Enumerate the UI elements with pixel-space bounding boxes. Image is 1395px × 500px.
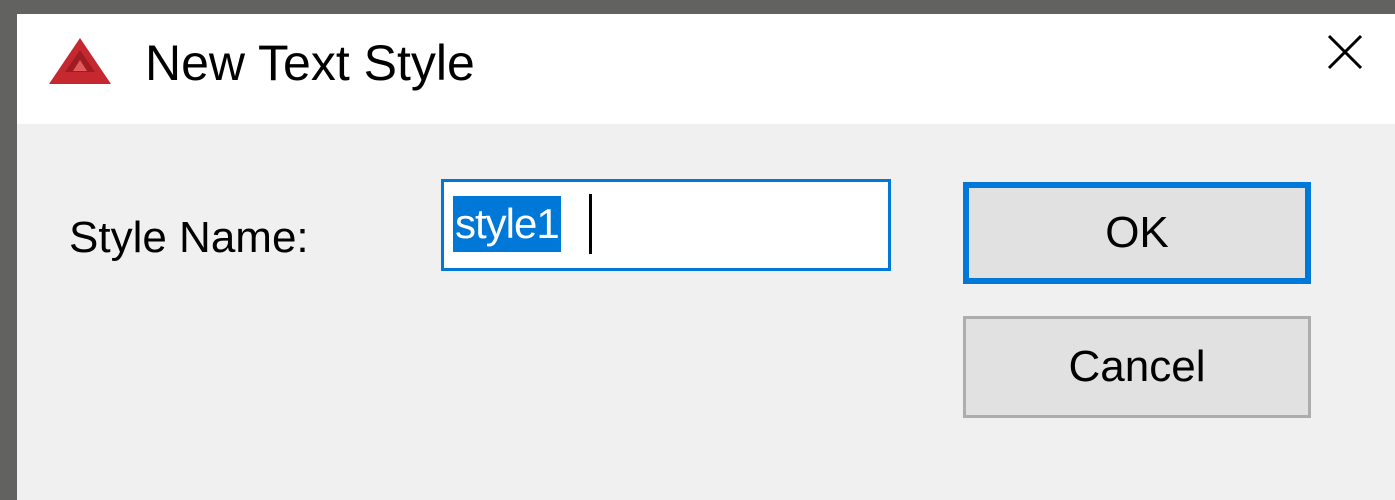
- ok-button[interactable]: OK: [963, 182, 1311, 284]
- new-text-style-dialog: New Text Style Style Name: style1 OK Can…: [17, 14, 1395, 500]
- close-x-icon: [1327, 34, 1363, 75]
- style-name-input-value: style1: [453, 196, 561, 252]
- window-title: New Text Style: [145, 35, 475, 91]
- title-bar: New Text Style: [17, 14, 1395, 124]
- cancel-button[interactable]: Cancel: [963, 316, 1311, 418]
- style-name-input[interactable]: style1: [441, 179, 891, 271]
- ok-button-label: OK: [1105, 208, 1169, 257]
- text-caret: [589, 194, 592, 254]
- close-button[interactable]: [1295, 14, 1395, 94]
- autocad-a-icon: [49, 38, 111, 84]
- cancel-button-label: Cancel: [1068, 342, 1206, 391]
- style-name-label: Style Name:: [69, 213, 309, 262]
